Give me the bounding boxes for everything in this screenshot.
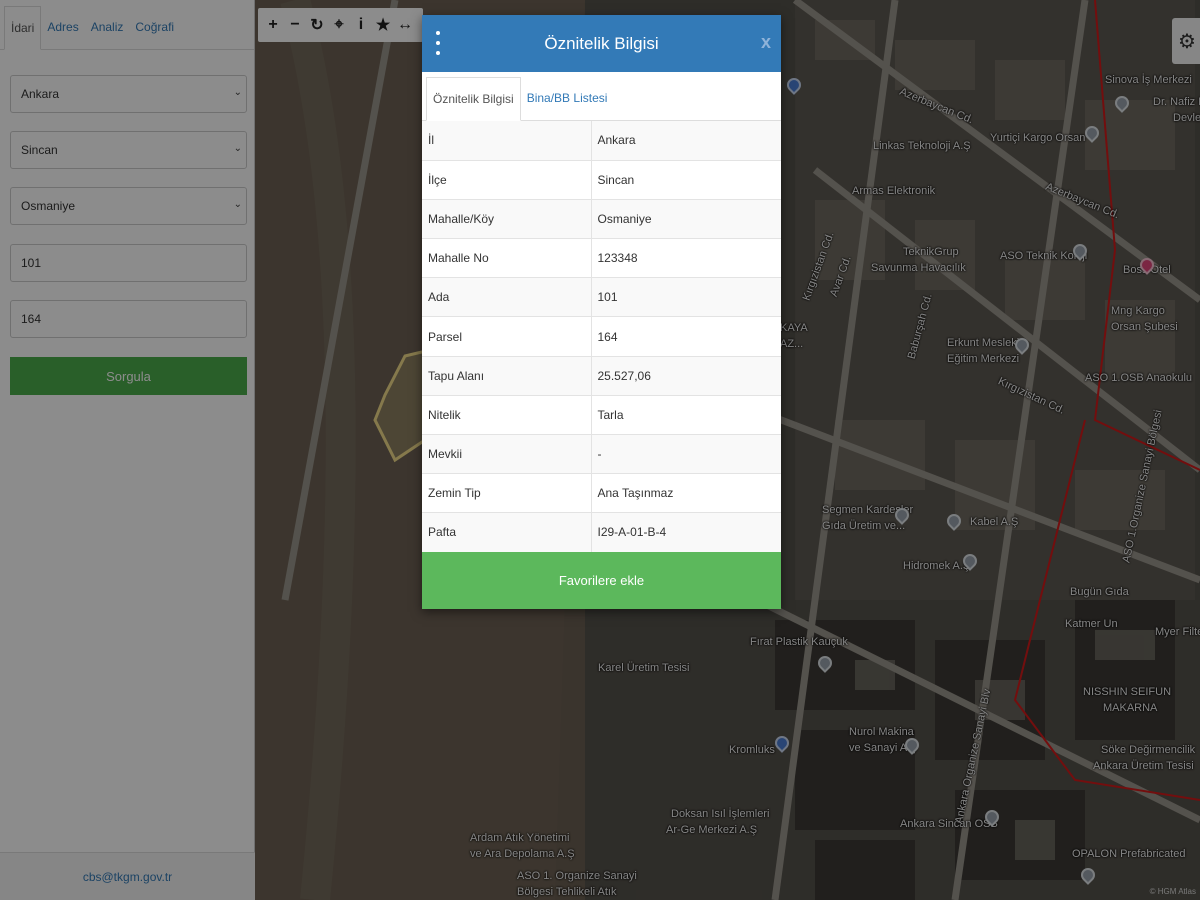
more-vertical-icon[interactable] bbox=[432, 31, 444, 55]
table-row: Mevkii - bbox=[422, 434, 781, 475]
attribute-value: 123348 bbox=[591, 238, 781, 279]
table-row: İlçe Sincan bbox=[422, 160, 781, 200]
add-favorite-button[interactable]: Favorilere ekle bbox=[422, 552, 781, 609]
attribute-value: Osmaniye bbox=[591, 199, 781, 240]
attribute-key: Tapu Alanı bbox=[422, 356, 592, 396]
attribute-value: Ana Taşınmaz bbox=[591, 473, 781, 514]
attribute-table: İl Ankara İlçe Sincan Mahalle/Köy Osmaniye … bbox=[422, 121, 781, 553]
tab-bina-bb-listesi[interactable]: Bina/BB Listesi bbox=[521, 76, 614, 120]
attribute-value: Sincan bbox=[591, 160, 781, 200]
attribute-key: Ada bbox=[422, 277, 592, 318]
attribute-key: Pafta bbox=[422, 512, 592, 553]
attribute-value: 164 bbox=[591, 316, 781, 357]
dialog-title: Öznitelik Bilgisi bbox=[544, 33, 659, 53]
attribute-key: Nitelik bbox=[422, 395, 592, 436]
table-row: Parsel 164 bbox=[422, 316, 781, 357]
attribute-value: Tarla bbox=[591, 395, 781, 436]
table-row: İl Ankara bbox=[422, 121, 781, 161]
attribute-key: Mahalle/Köy bbox=[422, 199, 592, 240]
dialog-header: Öznitelik Bilgisi x bbox=[422, 15, 781, 72]
attribute-key: Mevkii bbox=[422, 434, 592, 475]
table-row: Tapu Alanı 25.527,06 bbox=[422, 356, 781, 396]
table-row: Nitelik Tarla bbox=[422, 395, 781, 436]
attribute-value: 25.527,06 bbox=[591, 356, 781, 396]
tab-oznitelik-bilgisi[interactable]: Öznitelik Bilgisi bbox=[426, 77, 521, 121]
attribute-key: Zemin Tip bbox=[422, 473, 592, 514]
table-row: Zemin Tip Ana Taşınmaz bbox=[422, 473, 781, 514]
table-row: Ada 101 bbox=[422, 277, 781, 318]
attribute-key: Mahalle No bbox=[422, 238, 592, 279]
attribute-key: İlçe bbox=[422, 160, 592, 200]
dialog-tabs: Öznitelik Bilgisi Bina/BB Listesi bbox=[422, 72, 781, 121]
close-icon[interactable]: x bbox=[761, 32, 771, 53]
attribute-value: I29-A-01-B-4 bbox=[591, 512, 781, 553]
attribute-value: Ankara bbox=[591, 121, 781, 161]
table-row: Pafta I29-A-01-B-4 bbox=[422, 512, 781, 553]
attribute-value: - bbox=[591, 434, 781, 475]
attribute-value: 101 bbox=[591, 277, 781, 318]
attribute-key: Parsel bbox=[422, 316, 592, 357]
attribute-dialog: Öznitelik Bilgisi x Öznitelik Bilgisi Bi… bbox=[422, 15, 781, 609]
table-row: Mahalle No 123348 bbox=[422, 238, 781, 279]
table-row: Mahalle/Köy Osmaniye bbox=[422, 199, 781, 240]
attribute-key: İl bbox=[422, 121, 592, 161]
